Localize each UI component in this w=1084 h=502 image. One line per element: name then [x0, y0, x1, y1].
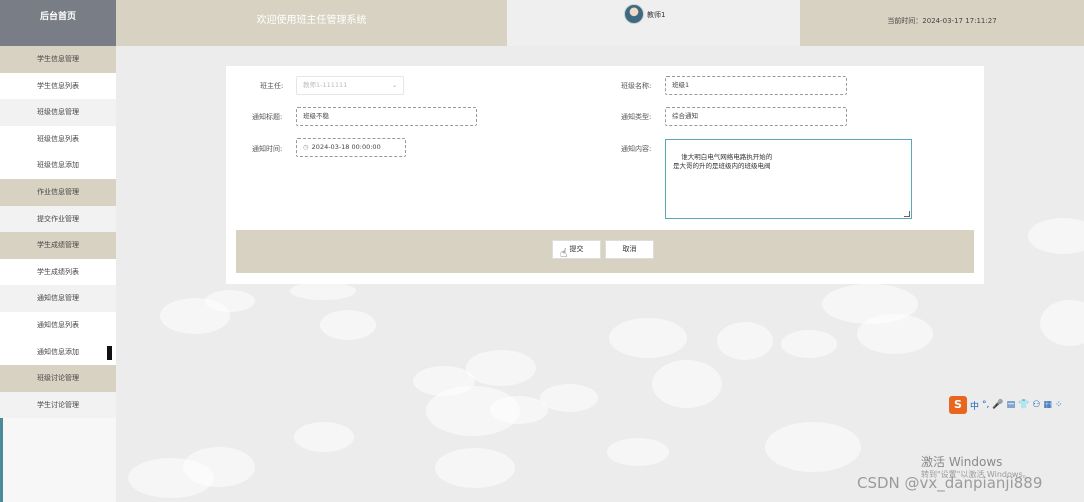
sidebar-item-7[interactable]: 学生成绩管理 [0, 232, 116, 259]
title-input[interactable]: 班级不稳 [296, 107, 477, 126]
sidebar-item-10[interactable]: 通知信息列表 [0, 311, 116, 339]
content-textarea[interactable]: 谁大明白电气网络电路执开始的 是大哥的升的是班级内的班级电阀 [665, 139, 912, 219]
sidebar-item-13[interactable]: 学生讨论管理 [0, 391, 116, 419]
content-label: 通知内容: [621, 145, 652, 153]
class-name-input[interactable]: 班级1 [665, 76, 847, 95]
ime-tool-icon[interactable]: ▤ [1007, 400, 1016, 410]
ime-tool-icon[interactable]: 中 [970, 399, 979, 412]
welcome-banner: 欢迎使用班主任管理系统 [116, 0, 507, 46]
type-input[interactable]: 综合通知 [665, 107, 847, 126]
teacher-select-value: 教师1-111111 [303, 81, 348, 89]
username[interactable]: 教师1 [647, 10, 665, 20]
sidebar-brand-home[interactable]: 后台首页 [0, 0, 116, 46]
windows-activation-title: 激活 Windows [921, 455, 1003, 469]
ime-tool-icon[interactable]: °, [982, 400, 989, 410]
ime-tool-icon[interactable]: 🎤 [992, 400, 1003, 410]
notice-form: 班主任: 教师1-111111 ⌄ 班级名称: 班级1 通知标题: 班级不稳 通… [226, 66, 984, 284]
avatar[interactable] [624, 4, 644, 24]
ime-tool-icon[interactable]: ⚇ [1032, 400, 1040, 410]
user-block[interactable]: 教师1 [507, 0, 800, 46]
cancel-button[interactable]: 取消 [605, 240, 654, 259]
ime-tool-icon[interactable]: 👕 [1018, 400, 1029, 410]
teacher-select[interactable]: 教师1-111111 ⌄ [296, 76, 404, 95]
sidebar: 后台首页 学生信息管理 学生信息列表 班级信息管理 班级信息列表 班级信息添加 作业信息管… [0, 0, 116, 502]
sidebar-item-1[interactable]: 学生信息列表 [0, 72, 116, 100]
ime-tool-icon[interactable]: ▦ [1043, 400, 1052, 410]
type-label: 通知类型: [621, 113, 652, 121]
sidebar-item-11[interactable]: 通知信息添加 [0, 338, 116, 366]
sidebar-item-12[interactable]: 班级讨论管理 [0, 365, 116, 392]
csdn-watermark: CSDN @vx_danpianji889 [857, 474, 1043, 492]
sidebar-item-5[interactable]: 作业信息管理 [0, 178, 116, 206]
time-picker-value: 2024-03-18 00:00:00 [311, 143, 381, 151]
sidebar-item-4[interactable]: 班级信息添加 [0, 152, 116, 179]
sidebar-item-9[interactable]: 通知信息管理 [0, 285, 116, 312]
header: 欢迎使用班主任管理系统 教师1 当前时间：2024-03-17 17:11:27 [116, 0, 1084, 46]
sidebar-menu: 学生信息管理 学生信息列表 班级信息管理 班级信息列表 班级信息添加 作业信息管理 提交作业… [0, 46, 116, 419]
teacher-label: 班主任: [260, 82, 284, 90]
hand-cursor-icon: ☝ [560, 246, 568, 260]
sogou-logo-icon[interactable]: S [949, 396, 967, 414]
sidebar-item-0[interactable]: 学生信息管理 [0, 46, 116, 73]
class-name-label: 班级名称: [621, 82, 652, 90]
ime-toolbar[interactable]: S 中 °, 🎤 ▤ 👕 ⚇ ▦ ⁘ [949, 395, 1062, 415]
sidebar-item-6[interactable]: 提交作业管理 [0, 205, 116, 233]
current-time: 当前时间：2024-03-17 17:11:27 [800, 0, 1084, 46]
clock-icon: ◷ [303, 143, 309, 151]
action-bar: 提交 取消 [236, 230, 974, 273]
sidebar-item-3[interactable]: 班级信息列表 [0, 125, 116, 153]
scrollbar-thumb[interactable] [107, 345, 112, 360]
sidebar-item-2[interactable]: 班级信息管理 [0, 99, 116, 126]
title-label: 通知标题: [252, 113, 283, 121]
sidebar-item-8[interactable]: 学生成绩列表 [0, 258, 116, 286]
resize-handle-icon[interactable] [904, 211, 910, 217]
time-picker[interactable]: ◷ 2024-03-18 00:00:00 [296, 138, 406, 157]
chevron-down-icon: ⌄ [391, 82, 397, 89]
ime-tool-icon[interactable]: ⁘ [1055, 400, 1063, 410]
content-text: 谁大明白电气网络电路执开始的 是大哥的升的是班级内的班级电阀 [673, 153, 773, 170]
time-label: 通知时间: [252, 145, 283, 153]
